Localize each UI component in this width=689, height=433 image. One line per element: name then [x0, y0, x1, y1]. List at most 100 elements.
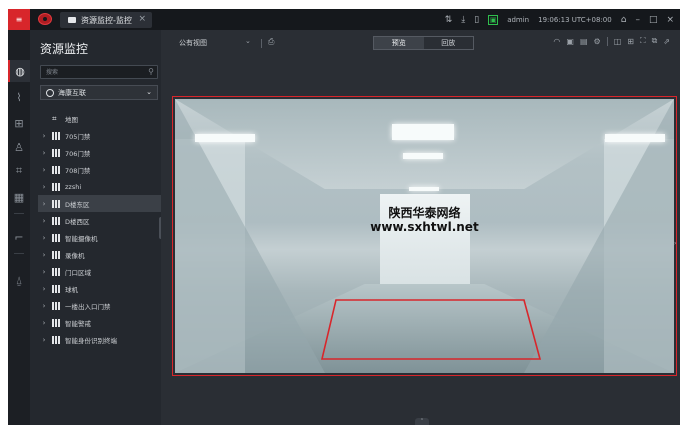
alarm-bell-icon[interactable]: ⍙ — [8, 270, 30, 292]
globe-icon — [46, 88, 54, 97]
tree-node-label: 地图 — [65, 115, 78, 124]
tree-node-label: 门口区域 — [65, 268, 91, 277]
toolbar-divider — [606, 36, 608, 46]
save-view-icon[interactable]: ⎙ — [268, 37, 274, 47]
username[interactable]: admin — [507, 16, 529, 24]
main-area: 公有视图 ⌄ ⎙ 预览 回放 ◠ ▣ ▤ ⚙ ◫ ⊞ ⛶ ⧉ ⇗ 陕西华泰网络 … — [161, 30, 680, 425]
snapshot-icon[interactable]: ▣ — [566, 37, 574, 46]
resource-panel: 资源监控 ⚲ 海康互联 ⌄ ⌗ 地图 › 705门禁 › 706门禁 › 708门禁 › zzsh… — [30, 30, 161, 425]
right-panel-handle[interactable]: › — [674, 240, 678, 250]
app-logo — [38, 13, 52, 25]
main-menu-button[interactable]: ≡ — [8, 9, 30, 30]
tree-node[interactable]: › 智能摄像机 — [38, 229, 161, 246]
building-icon — [52, 148, 60, 157]
tree-node-label: 705门禁 — [65, 132, 91, 141]
status-icon[interactable]: ▣ — [488, 14, 499, 25]
popout-icon[interactable]: ⇗ — [663, 37, 670, 46]
tree-node-label: D楼东区 — [65, 200, 90, 209]
chevron-right-icon[interactable]: › — [38, 319, 50, 327]
site-select[interactable]: 海康互联 ⌄ — [40, 85, 158, 100]
chevron-down-icon: ⌄ — [146, 88, 152, 96]
menu-icon: ≡ — [15, 15, 23, 24]
search-box: ⚲ — [40, 65, 158, 79]
grid-icon[interactable]: ▦ — [8, 186, 30, 208]
rail-divider — [14, 213, 24, 214]
lock-icon[interactable]: ⌂ — [621, 15, 627, 25]
chevron-right-icon[interactable]: › — [38, 251, 50, 259]
chevron-right-icon[interactable]: › — [38, 149, 50, 157]
search-icon[interactable]: ⚲ — [148, 67, 154, 76]
view-toolbar: ◠ ▣ ▤ ⚙ ◫ ⊞ ⛶ ⧉ ⇗ — [553, 36, 670, 46]
toolbar-divider — [261, 39, 262, 48]
tree-node[interactable]: ⌗ 地图 — [38, 110, 161, 127]
health-monitor-icon[interactable]: ⌇ — [8, 86, 30, 108]
chevron-right-icon[interactable]: › — [38, 132, 50, 140]
clock: 19:06:13 UTC+08:00 — [538, 15, 612, 24]
chevron-right-icon[interactable]: › — [38, 285, 50, 293]
tree-node[interactable]: › 708门禁 — [38, 161, 161, 178]
tree-node[interactable]: › 一楼出入口门禁 — [38, 297, 161, 314]
sort-icon[interactable]: ⇅ — [445, 15, 453, 25]
panel-title: 资源监控 — [40, 42, 89, 56]
chevron-right-icon[interactable]: › — [38, 336, 50, 344]
tree-node[interactable]: › 智能警戒 — [38, 314, 161, 331]
fullscreen-icon[interactable]: ⛶ — [640, 36, 646, 46]
tree-node[interactable]: › 706门禁 — [38, 144, 161, 161]
building-icon — [52, 199, 60, 208]
maximize-button[interactable]: □ — [649, 15, 658, 25]
tab-playback[interactable]: 回放 — [424, 37, 474, 49]
map-icon: ⌗ — [52, 113, 57, 123]
tree-node-label: 智能摄像机 — [65, 234, 98, 243]
close-button[interactable]: × — [666, 15, 674, 25]
settings-icon[interactable]: ⚙ — [594, 37, 601, 46]
minimize-button[interactable]: – — [635, 15, 640, 25]
tree-node[interactable]: › 智能身份识别终端 — [38, 331, 161, 348]
window-split-icon[interactable]: ◫ — [614, 37, 622, 46]
building-icon — [52, 182, 60, 191]
building-icon — [52, 318, 60, 327]
signal-icon[interactable]: ◠ — [553, 37, 560, 46]
detection-zone[interactable] — [320, 299, 542, 360]
chevron-right-icon[interactable]: › — [38, 183, 50, 191]
site-select-value: 海康互联 — [58, 88, 86, 97]
tree-node[interactable]: › D楼西区 — [38, 212, 161, 229]
layout-grid-icon[interactable]: ⊞ — [627, 37, 634, 46]
tree-node[interactable]: › 球机 — [38, 280, 161, 297]
chevron-right-icon[interactable]: › — [38, 302, 50, 310]
camera-icon — [68, 17, 76, 23]
title-bar-tools: ⇅ ⤓ ▯ ▣ admin 19:06:13 UTC+08:00 ⌂ – □ × — [445, 9, 674, 30]
app-window: ≡ 资源监控-监控 × ⇅ ⤓ ▯ ▣ admin 19:06:13 UTC+0… — [8, 9, 680, 425]
chevron-right-icon[interactable]: › — [38, 217, 50, 225]
multi-screen-icon[interactable]: ⧉ — [652, 36, 658, 46]
clipboard-icon[interactable]: ▯ — [474, 15, 479, 25]
tree-node-label: zzshi — [65, 182, 82, 191]
bottom-panel-handle[interactable]: ⌃ — [415, 418, 429, 425]
record-icon[interactable]: ▤ — [580, 37, 588, 46]
globe-icon[interactable]: ◍ — [8, 60, 30, 82]
building-icon — [52, 165, 60, 174]
icon-rail: ◍ ⌇ ⊞ ♙ ⌗ ▦ ⌐ ⍙ — [8, 30, 30, 425]
tab-close-icon[interactable]: × — [138, 14, 146, 24]
person-icon[interactable]: ♙ — [8, 136, 30, 158]
chevron-right-icon[interactable]: › — [38, 268, 50, 276]
chevron-right-icon[interactable]: › — [38, 200, 50, 208]
tree-node[interactable]: › zzshi — [38, 178, 161, 195]
tab-resource-monitor[interactable]: 资源监控-监控 × — [60, 12, 152, 28]
tree-node[interactable]: › D楼东区 — [38, 195, 161, 212]
view-select-value: 公有视图 — [179, 39, 207, 47]
bullet-camera-icon[interactable]: ⌐ — [8, 226, 30, 248]
tree-node[interactable]: › 705门禁 — [38, 127, 161, 144]
face-scan-icon[interactable]: ⌗ — [8, 160, 30, 182]
search-input[interactable] — [41, 66, 145, 78]
tree-node[interactable]: › 门口区域 — [38, 263, 161, 280]
view-select[interactable]: 公有视图 ⌄ — [179, 37, 255, 49]
tab-preview[interactable]: 预览 — [374, 37, 424, 49]
building-icon — [52, 233, 60, 242]
layout-icon[interactable]: ⊞ — [8, 112, 30, 134]
watermark-line1: 陕西华泰网络 — [388, 206, 461, 220]
chevron-right-icon[interactable]: › — [38, 166, 50, 174]
tree-node[interactable]: › 录像机 — [38, 246, 161, 263]
video-window[interactable]: 陕西华泰网络 www.sxhtwl.net — [172, 96, 677, 376]
chevron-right-icon[interactable]: › — [38, 234, 50, 242]
download-icon[interactable]: ⤓ — [461, 15, 465, 25]
